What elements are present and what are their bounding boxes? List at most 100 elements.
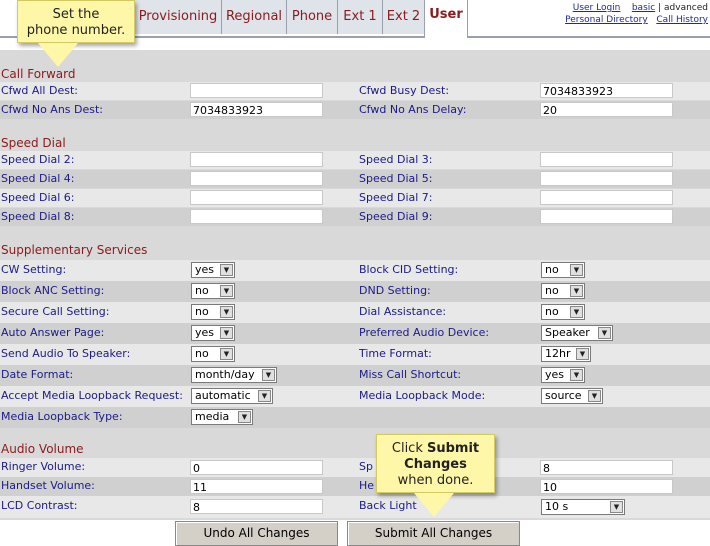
chevron-down-icon: ▼ bbox=[238, 411, 251, 423]
tab-user[interactable]: User bbox=[424, 0, 468, 38]
callout-line-3: when done. bbox=[397, 473, 474, 488]
supp-row-1: CW Setting: yes ▼ Block CID Setting: no ▼ bbox=[0, 260, 710, 281]
chevron-down-icon: ▼ bbox=[220, 348, 233, 360]
cw-setting-label: CW Setting: bbox=[1, 263, 67, 276]
chevron-down-icon: ▼ bbox=[570, 369, 583, 381]
speed-dial-5-label: Speed Dial 5: bbox=[359, 172, 433, 185]
chevron-down-icon: ▼ bbox=[588, 390, 601, 402]
dnd-setting-select[interactable]: no ▼ bbox=[541, 283, 585, 299]
speed-dial-4-input[interactable] bbox=[190, 171, 323, 186]
cfwd-no-ans-dest-label: Cfwd No Ans Dest: bbox=[1, 103, 104, 116]
ringer-volume-input[interactable]: 0 bbox=[190, 460, 323, 475]
accept-media-loopback-request-label: Accept Media Loopback Request: bbox=[1, 389, 183, 402]
chevron-down-icon: ▼ bbox=[220, 306, 233, 318]
headset-volume-input[interactable]: 10 bbox=[540, 479, 673, 494]
top-links: User Login basic | advanced Personal Dir… bbox=[558, 2, 708, 26]
personal-directory-link[interactable]: Personal Directory bbox=[565, 15, 648, 25]
date-format-label: Date Format: bbox=[1, 368, 74, 381]
tab-provisioning[interactable]: Provisioning bbox=[135, 0, 222, 34]
speed-dial-heading: Speed Dial bbox=[1, 136, 66, 150]
speed-dial-9-input[interactable] bbox=[540, 209, 673, 224]
date-format-select[interactable]: month/day ▼ bbox=[191, 367, 277, 383]
call-forward-heading: Call Forward bbox=[1, 67, 76, 81]
cfwd-all-dest-input[interactable] bbox=[190, 83, 323, 98]
speed-dial-6-label: Speed Dial 6: bbox=[1, 191, 75, 204]
speed-dial-9-label: Speed Dial 9: bbox=[359, 210, 433, 223]
supp-row-4: Auto Answer Page: yes ▼ Preferred Audio D… bbox=[0, 323, 710, 344]
ringer-volume-label: Ringer Volume: bbox=[1, 460, 86, 473]
speaker-volume-input[interactable]: 8 bbox=[540, 460, 673, 475]
miss-call-shortcut-select[interactable]: yes ▼ bbox=[541, 367, 585, 383]
speed-dial-8-label: Speed Dial 8: bbox=[1, 210, 75, 223]
lcd-contrast-label: LCD Contrast: bbox=[1, 499, 78, 512]
supp-row-3: Secure Call Setting: no ▼ Dial Assistance… bbox=[0, 302, 710, 323]
chevron-down-icon: ▼ bbox=[576, 348, 589, 360]
dial-assistance-select[interactable]: no ▼ bbox=[541, 304, 585, 320]
media-loopback-mode-label: Media Loopback Mode: bbox=[359, 389, 486, 402]
call-history-link[interactable]: Call History bbox=[656, 15, 708, 25]
cfwd-busy-dest-input[interactable]: 7034833923 bbox=[540, 83, 673, 98]
settings-panel: Call Forward Cfwd All Dest: Cfwd Busy De… bbox=[0, 50, 710, 520]
cfwd-no-ans-delay-input[interactable]: 20 bbox=[540, 102, 673, 117]
chevron-down-icon: ▼ bbox=[598, 327, 611, 339]
headset-volume-label: He bbox=[359, 479, 375, 492]
time-format-label: Time Format: bbox=[359, 347, 432, 360]
handset-volume-input[interactable]: 11 bbox=[190, 479, 323, 494]
back-light-timer-select[interactable]: 10 s ▼ bbox=[541, 499, 625, 515]
media-loopback-type-select[interactable]: media ▼ bbox=[191, 409, 253, 425]
audio-row-2: Handset Volume: 11 He 10 bbox=[0, 477, 710, 496]
accept-media-loopback-request-select[interactable]: automatic ▼ bbox=[191, 388, 273, 404]
user-login-link[interactable]: User Login bbox=[573, 3, 621, 13]
chevron-down-icon: ▼ bbox=[258, 390, 271, 402]
dnd-setting-label: DND Setting: bbox=[359, 284, 431, 297]
chevron-down-icon: ▼ bbox=[220, 327, 233, 339]
speed-dial-4-label: Speed Dial 4: bbox=[1, 172, 75, 185]
supp-row-2: Block ANC Setting: no ▼ DND Setting: no ▼ bbox=[0, 281, 710, 302]
audio-row-3: LCD Contrast: 8 Back Light 10 s ▼ bbox=[0, 496, 710, 518]
speed-dial-8-input[interactable] bbox=[190, 209, 323, 224]
speed-dial-2-input[interactable] bbox=[190, 152, 323, 167]
speed-dial-2-label: Speed Dial 2: bbox=[1, 153, 75, 166]
preferred-audio-device-label: Preferred Audio Device: bbox=[359, 326, 490, 339]
cfwd-busy-dest-label: Cfwd Busy Dest: bbox=[359, 84, 450, 97]
cfwd-no-ans-dest-input[interactable]: 7034833923 bbox=[190, 102, 323, 117]
cfwd-all-dest-label: Cfwd All Dest: bbox=[1, 84, 78, 97]
speed-dial-7-input[interactable] bbox=[540, 190, 673, 205]
chevron-down-icon: ▼ bbox=[570, 264, 583, 276]
time-format-select[interactable]: 12hr ▼ bbox=[541, 346, 591, 362]
send-audio-to-speaker-select[interactable]: no ▼ bbox=[191, 346, 235, 362]
undo-all-changes-button[interactable]: Undo All Changes bbox=[175, 521, 338, 546]
speed-dial-row-3: Speed Dial 6: Speed Dial 7: bbox=[0, 189, 710, 207]
speed-dial-6-input[interactable] bbox=[190, 190, 323, 205]
callout-pointer bbox=[414, 493, 454, 517]
tab-ext-2[interactable]: Ext 2 bbox=[383, 0, 425, 34]
media-loopback-mode-select[interactable]: source ▼ bbox=[541, 388, 603, 404]
tab-regional[interactable]: Regional bbox=[222, 0, 287, 34]
secure-call-setting-select[interactable]: no ▼ bbox=[191, 304, 235, 320]
speed-dial-row-2: Speed Dial 4: Speed Dial 5: bbox=[0, 170, 710, 188]
tab-ext-1[interactable]: Ext 1 bbox=[338, 0, 383, 34]
submit-all-changes-button[interactable]: Submit All Changes bbox=[347, 521, 520, 546]
callout-line-2: Changes bbox=[404, 457, 467, 472]
auto-answer-page-select[interactable]: yes ▼ bbox=[191, 325, 235, 341]
advanced-label: advanced bbox=[664, 3, 708, 13]
supplementary-heading: Supplementary Services bbox=[1, 243, 148, 257]
lcd-contrast-input[interactable]: 8 bbox=[190, 499, 323, 514]
handset-volume-label: Handset Volume: bbox=[1, 479, 95, 492]
supp-row-8: Media Loopback Type: media ▼ bbox=[0, 407, 710, 428]
auto-answer-page-label: Auto Answer Page: bbox=[1, 326, 105, 339]
block-cid-setting-select[interactable]: no ▼ bbox=[541, 262, 585, 278]
cw-setting-select[interactable]: yes ▼ bbox=[191, 262, 235, 278]
speed-dial-row-1: Speed Dial 2: Speed Dial 3: bbox=[0, 151, 710, 169]
speed-dial-3-input[interactable] bbox=[540, 152, 673, 167]
secure-call-setting-label: Secure Call Setting: bbox=[1, 305, 110, 318]
cfwd-row-2: Cfwd No Ans Dest: 7034833923 Cfwd No Ans… bbox=[0, 101, 710, 119]
supp-row-5: Send Audio To Speaker: no ▼ Time Format: … bbox=[0, 344, 710, 365]
basic-link[interactable]: basic bbox=[632, 3, 655, 13]
block-anc-setting-label: Block ANC Setting: bbox=[1, 284, 105, 297]
block-anc-setting-select[interactable]: no ▼ bbox=[191, 283, 235, 299]
speed-dial-5-input[interactable] bbox=[540, 171, 673, 186]
tab-phone[interactable]: Phone bbox=[287, 0, 338, 34]
cfwd-row-1: Cfwd All Dest: Cfwd Busy Dest: 703483392… bbox=[0, 82, 710, 100]
preferred-audio-device-select[interactable]: Speaker ▼ bbox=[541, 325, 613, 341]
